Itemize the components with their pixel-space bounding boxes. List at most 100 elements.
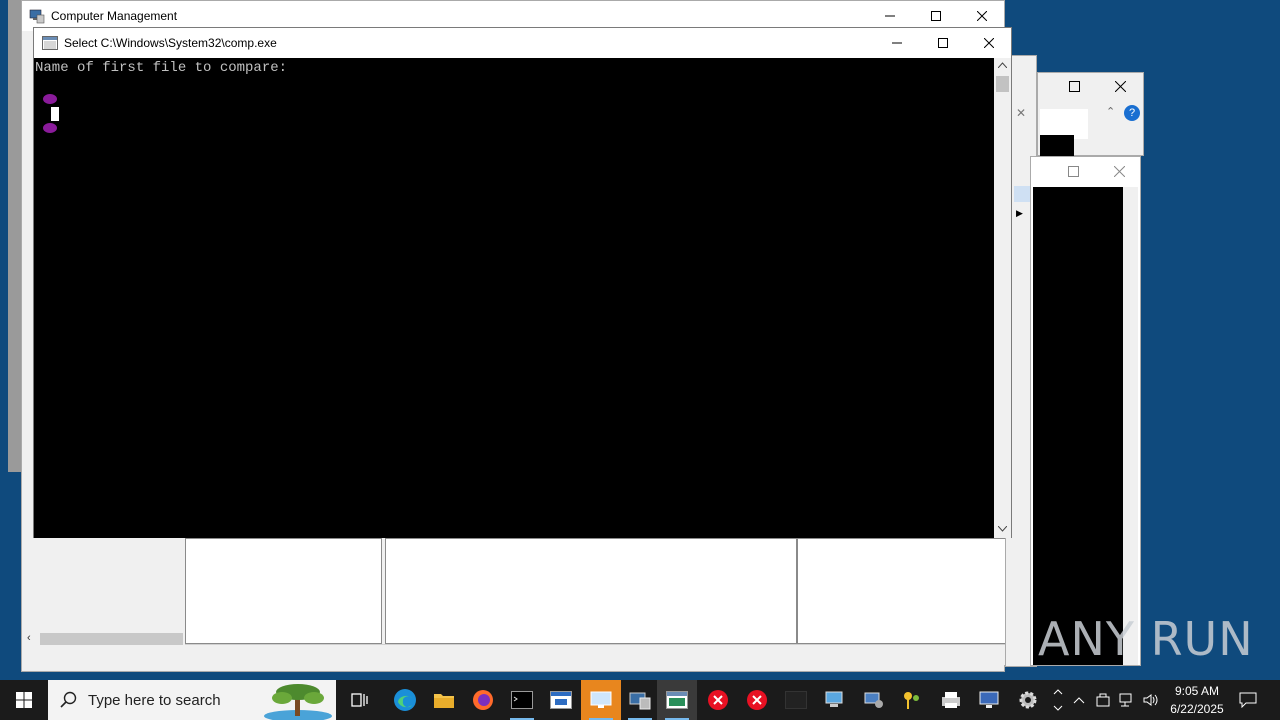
- background-window-edge: [8, 0, 21, 472]
- console-terminal[interactable]: Name of first file to compare:: [34, 58, 995, 538]
- error-icon: [708, 690, 728, 710]
- cm-actions-pane[interactable]: [797, 538, 1005, 644]
- maximize-icon[interactable]: [1069, 81, 1080, 92]
- help-icon[interactable]: ?: [1124, 105, 1140, 121]
- notifications-button[interactable]: [1228, 680, 1268, 720]
- computer-management-app-icon: [29, 9, 45, 24]
- taskbar-error-app-2[interactable]: [737, 680, 777, 720]
- background-window-2[interactable]: ⌃ ?: [1037, 72, 1144, 157]
- taskbar-app-window[interactable]: [541, 680, 581, 720]
- folder-icon: [434, 694, 454, 708]
- minimize-icon: [885, 15, 895, 17]
- start-button[interactable]: [4, 680, 44, 720]
- taskbar-computer-management[interactable]: [620, 680, 660, 720]
- scroll-up-icon[interactable]: [998, 62, 1007, 68]
- scroll-down-icon[interactable]: [998, 526, 1007, 532]
- chevron-up-icon[interactable]: ⌃: [1106, 105, 1115, 118]
- edge-browser-icon: [394, 689, 416, 711]
- cm-horizontal-scrollbar[interactable]: ‹: [22, 631, 185, 647]
- computer-management-title: Computer Management: [51, 9, 178, 23]
- task-view-button[interactable]: [340, 680, 380, 720]
- taskbar-monitor-app[interactable]: [969, 680, 1009, 720]
- cm-status-bar-left: [22, 651, 185, 671]
- minimize-icon: [892, 42, 902, 44]
- close-icon: [977, 11, 987, 21]
- taskbar-gear-app[interactable]: [1008, 680, 1048, 720]
- keys-icon: [904, 692, 919, 709]
- firefox-icon: [473, 690, 493, 710]
- display-icon: [979, 691, 999, 708]
- expand-arrow-icon[interactable]: ▶: [1016, 208, 1023, 219]
- taskbar-comp-console[interactable]: [657, 680, 697, 720]
- bg-dark-panel: [1040, 135, 1074, 157]
- search-icon: [60, 691, 77, 708]
- terminal-icon: [511, 691, 533, 709]
- maximize-icon[interactable]: [1068, 166, 1079, 177]
- cm-center-pane[interactable]: [385, 538, 797, 644]
- taskbar-keys-app[interactable]: [892, 680, 932, 720]
- notification-icon: [1239, 692, 1257, 708]
- comp-console-window: Select C:\Windows\System32\comp.exe Name…: [33, 27, 1012, 538]
- console-close-button[interactable]: [966, 28, 1012, 58]
- background-console-window[interactable]: [1030, 156, 1141, 666]
- console-titlebar[interactable]: Select C:\Windows\System32\comp.exe: [34, 28, 1011, 58]
- terminal-prompt: Name of first file to compare:: [35, 60, 288, 76]
- tray-network-button[interactable]: [1116, 680, 1138, 720]
- chevron-up-down-icon: [1053, 689, 1063, 711]
- close-icon[interactable]: ✕: [1016, 106, 1026, 120]
- removable-device-icon: [1096, 693, 1110, 707]
- maximize-icon: [938, 38, 948, 48]
- maximize-icon: [931, 11, 941, 21]
- tray-volume-button[interactable]: [1140, 680, 1162, 720]
- gear-icon: [1019, 691, 1037, 709]
- bg-vertical-scrollbar[interactable]: [1123, 187, 1138, 665]
- taskbar-printer-app[interactable]: [931, 680, 971, 720]
- error-icon: [747, 690, 767, 710]
- ibeam-cursor-top-icon: [43, 94, 57, 104]
- dark-window-icon: [785, 691, 807, 709]
- search-highlight-image: [264, 684, 332, 720]
- clock-date[interactable]: 6/22/2025: [1163, 702, 1231, 716]
- chevron-up-icon: [1073, 697, 1085, 704]
- console-vertical-scrollbar[interactable]: [994, 58, 1011, 538]
- network-computer-icon: [825, 691, 843, 707]
- background-console-terminal: [1033, 187, 1125, 665]
- computer-management-icon: [629, 692, 651, 710]
- close-icon[interactable]: [1115, 81, 1126, 92]
- tray-overflow-button[interactable]: [1068, 680, 1090, 720]
- taskbar-error-app-1[interactable]: [698, 680, 738, 720]
- search-placeholder: Type here to search: [88, 692, 221, 709]
- taskbar-settings-app[interactable]: [854, 680, 894, 720]
- taskbar-scroll[interactable]: [1046, 680, 1070, 720]
- cm-status-bar: [185, 644, 1005, 665]
- console-scroll-thumb[interactable]: [996, 76, 1009, 92]
- taskbar-dark-app[interactable]: [776, 680, 816, 720]
- taskbar-edge[interactable]: [385, 680, 425, 720]
- clock-time[interactable]: 9:05 AM: [1163, 684, 1231, 698]
- scroll-up-icon[interactable]: [1014, 186, 1030, 202]
- console-maximize-button[interactable]: [920, 28, 966, 58]
- taskbar-network-app[interactable]: [815, 680, 855, 720]
- system-tools-icon: [864, 692, 883, 708]
- window-app-icon: [550, 691, 572, 709]
- taskbar-firefox[interactable]: [463, 680, 503, 720]
- text-cursor: [51, 107, 59, 121]
- volume-icon: [1143, 694, 1158, 706]
- windows-logo-icon: [16, 692, 32, 708]
- taskbar-file-explorer[interactable]: [424, 680, 464, 720]
- console-minimize-button[interactable]: [874, 28, 920, 58]
- anyrun-watermark: ANY RUN: [1038, 612, 1254, 666]
- cm-scroll-thumb[interactable]: [40, 633, 183, 645]
- taskbar-search-box[interactable]: Type here to search: [48, 680, 336, 720]
- tray-device-icon-button[interactable]: [1092, 680, 1114, 720]
- taskbar-command-prompt[interactable]: [502, 680, 542, 720]
- taskbar-highlighted-app[interactable]: [581, 680, 621, 720]
- taskbar: Type here to search: [0, 680, 1280, 720]
- cm-tree-pane[interactable]: [185, 538, 382, 644]
- console-window-icon: [666, 691, 688, 709]
- close-icon[interactable]: [1114, 166, 1125, 177]
- ibeam-cursor-bottom-icon: [43, 123, 57, 133]
- scroll-left-icon[interactable]: ‹: [27, 632, 31, 644]
- monitor-app-icon: [590, 691, 612, 708]
- console-title: Select C:\Windows\System32\comp.exe: [64, 36, 277, 50]
